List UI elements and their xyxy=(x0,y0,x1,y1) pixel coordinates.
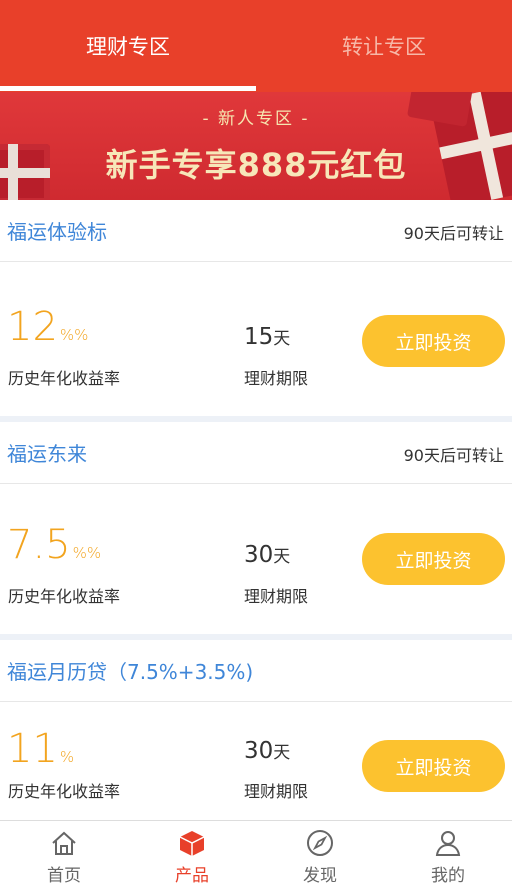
term-value: 30 xyxy=(244,738,274,764)
annual-rate-unit: %% xyxy=(59,326,89,344)
newcomer-banner[interactable]: - 新人专区 - 新手专享888元红包 xyxy=(0,92,512,200)
compass-icon xyxy=(307,830,333,856)
term-value: 30 xyxy=(244,542,274,568)
term: 30天 xyxy=(244,542,290,568)
nav-home-label: 首页 xyxy=(47,866,81,886)
nav-discover-label: 发现 xyxy=(303,866,337,886)
product-card-header: 福运东来 90天后可转让 xyxy=(0,422,512,484)
product-card-header: 福运月历贷（7.5%+3.5%) xyxy=(0,640,512,702)
annual-rate: 11% xyxy=(7,726,74,772)
transfer-note: 90天后可转让 xyxy=(403,446,504,465)
invest-now-button[interactable]: 立即投资 xyxy=(362,740,505,792)
annual-rate-value: 12 xyxy=(7,304,58,350)
term-unit: 天 xyxy=(273,329,291,349)
annual-rate-label: 历史年化收益率 xyxy=(8,587,121,606)
banner-title: 新手专享888元红包 xyxy=(105,146,407,184)
product-card-header: 福运体验标 90天后可转让 xyxy=(0,200,512,262)
term-unit: 天 xyxy=(273,743,291,763)
transfer-note: 90天后可转让 xyxy=(403,224,504,243)
annual-rate-unit: %% xyxy=(72,544,102,562)
annual-rate-value: 11 xyxy=(7,726,58,772)
home-icon xyxy=(52,831,76,855)
tab-finance-zone[interactable]: 理财专区 xyxy=(0,0,256,92)
annual-rate-label: 历史年化收益率 xyxy=(8,782,121,801)
invest-now-button[interactable]: 立即投资 xyxy=(362,315,505,367)
nav-products-label: 产品 xyxy=(175,866,209,886)
product-cube-icon xyxy=(179,831,205,856)
annual-rate-unit: % xyxy=(59,748,75,766)
nav-discover[interactable]: 发现 xyxy=(256,821,384,886)
annual-rate: 12%% xyxy=(7,304,88,350)
term-label: 理财期限 xyxy=(244,369,309,388)
annual-rate-label: 历史年化收益率 xyxy=(8,369,121,388)
invest-now-button[interactable]: 立即投资 xyxy=(362,533,505,585)
product-name[interactable]: 福运东来 xyxy=(7,438,87,467)
tab-transfer-zone[interactable]: 转让专区 xyxy=(256,0,512,92)
bottom-nav: 首页 产品 发现 我的 xyxy=(0,820,512,886)
active-tab-indicator xyxy=(0,86,256,91)
product-card: 福运东来 90天后可转让 7.5%% 历史年化收益率 30天 理财期限 立即投资 xyxy=(0,422,512,634)
product-name[interactable]: 福运月历贷（7.5%+3.5%) xyxy=(7,656,253,685)
annual-rate: 7.5%% xyxy=(7,522,101,568)
nav-products[interactable]: 产品 xyxy=(128,821,256,886)
user-icon xyxy=(435,831,461,856)
annual-rate-value: 7.5 xyxy=(7,522,71,568)
term: 15天 xyxy=(244,324,290,350)
nav-home[interactable]: 首页 xyxy=(0,821,128,886)
nav-mine-label: 我的 xyxy=(431,866,465,886)
nav-mine[interactable]: 我的 xyxy=(384,821,512,886)
banner-subtitle: - 新人专区 - xyxy=(202,109,310,129)
term-unit: 天 xyxy=(273,547,291,567)
product-card: 福运体验标 90天后可转让 12%% 历史年化收益率 15天 理财期限 立即投资 xyxy=(0,200,512,416)
term: 30天 xyxy=(244,738,290,764)
product-card: 福运月历贷（7.5%+3.5%) 11% 历史年化收益率 30天 理财期限 立即… xyxy=(0,640,512,820)
product-name[interactable]: 福运体验标 xyxy=(7,216,107,245)
term-value: 15 xyxy=(244,324,274,350)
term-label: 理财期限 xyxy=(244,782,309,801)
top-tab-bar: 理财专区 转让专区 xyxy=(0,0,512,92)
term-label: 理财期限 xyxy=(244,587,309,606)
